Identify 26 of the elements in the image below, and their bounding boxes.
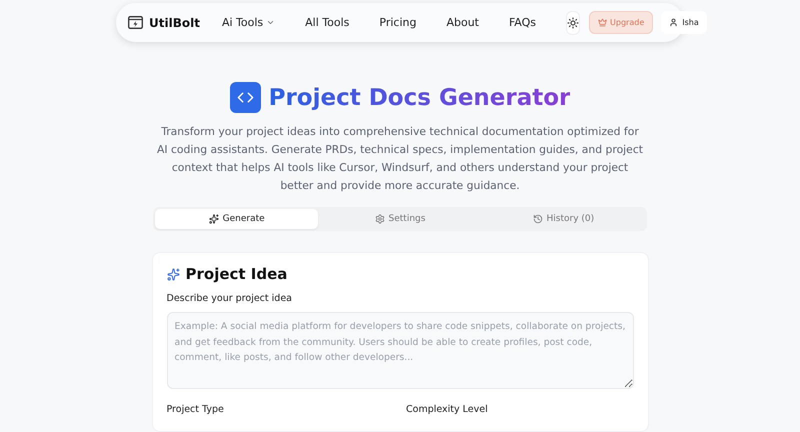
field-label: Describe your project idea (166, 293, 293, 304)
sun-icon (567, 16, 580, 28)
nav-link[interactable]: About (446, 16, 479, 29)
nav-link[interactable]: FAQs (508, 16, 536, 29)
theme-toggle-button[interactable] (566, 10, 580, 34)
logo-icon (128, 16, 143, 29)
page-title: Project Docs Generator (268, 84, 570, 110)
tab[interactable]: Settings (318, 209, 482, 229)
sparkles-icon (166, 268, 180, 280)
tab[interactable]: Generate (155, 209, 318, 229)
nav-link[interactable]: Pricing (379, 16, 416, 29)
field-label: Project Type (166, 404, 225, 415)
tab[interactable]: History (0) (482, 209, 645, 229)
gear-icon (374, 214, 385, 224)
sparkles-icon (208, 214, 219, 224)
user-button[interactable]: Isha (661, 11, 707, 34)
nav-link[interactable]: Ai Tools (222, 16, 276, 29)
nav-link[interactable]: All Tools (305, 16, 350, 29)
user-icon (669, 18, 678, 27)
crown-icon (598, 18, 608, 27)
card-title: Project Idea (186, 265, 288, 283)
history-icon (532, 214, 542, 224)
field-label: Complexity Level (406, 404, 489, 415)
project-idea-input[interactable]: Example: A social media platform for developers to share code snippets, collaborate on projects, and get feedback from the community. Users should be able to create profiles, post code, comment, like posts, and follow other developers... (166, 312, 634, 389)
brand-name[interactable]: UtilBolt (149, 16, 200, 30)
page-description: Transform your project ideas into comprehensive technical documentation optimized for AI coding assistants. Generate PRDs, technical specs, implementation guides, and project context that helps AI tools like Cursor, Windsurf, and others understand your project better and provide more accurate guidance. (156, 124, 644, 194)
